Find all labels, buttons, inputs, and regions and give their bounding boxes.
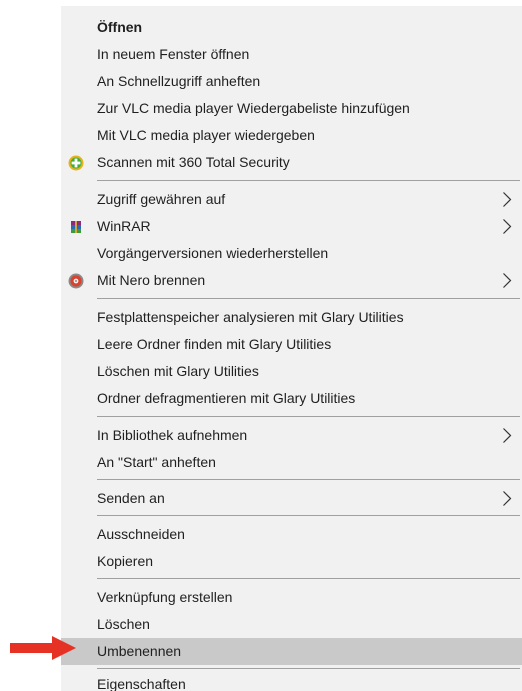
menu-separator [97, 298, 520, 299]
menu-separator [97, 416, 520, 417]
menu-item-verknuepfung-erstellen[interactable]: Verknüpfung erstellen [61, 584, 522, 611]
menu-item-label: Ordner defragmentieren mit Glary Utiliti… [97, 390, 356, 406]
menu-item-label: Ausschneiden [97, 526, 185, 542]
chevron-right-icon [503, 428, 512, 443]
menu-item-label: Festplattenspeicher analysieren mit Glar… [97, 309, 404, 325]
red-arrow-pointer-icon [10, 636, 76, 660]
nero-icon [68, 273, 84, 289]
chevron-right-icon [503, 491, 512, 506]
menu-item-label: Zur VLC media player Wiedergabeliste hin… [97, 100, 410, 116]
menu-item-label: Eigenschaften [97, 676, 186, 691]
menu-item-label: An "Start" anheften [97, 454, 216, 470]
menu-item-label: Mit Nero brennen [97, 272, 206, 288]
menu-item-label: Löschen [97, 616, 150, 632]
menu-item-vlc-wiedergeben[interactable]: Mit VLC media player wiedergeben [61, 122, 522, 149]
menu-item-label: Umbenennen [97, 643, 182, 659]
menu-item-kopieren[interactable]: Kopieren [61, 548, 522, 575]
menu-item-label: Scannen mit 360 Total Security [97, 154, 290, 170]
menu-item-label: In neuem Fenster öffnen [97, 46, 250, 62]
menu-item-eigenschaften[interactable]: Eigenschaften [61, 671, 522, 691]
menu-item-label: In Bibliothek aufnehmen [97, 427, 248, 443]
menu-item-umbenennen[interactable]: Umbenennen [61, 638, 522, 665]
menu-separator [97, 515, 520, 516]
menu-item-ausschneiden[interactable]: Ausschneiden [61, 521, 522, 548]
menu-item-label: Mit VLC media player wiedergeben [97, 127, 315, 143]
menu-item-label: Verknüpfung erstellen [97, 589, 233, 605]
menu-item-mit-nero-brennen[interactable]: Mit Nero brennen [61, 267, 522, 294]
menu-item-scannen-360[interactable]: Scannen mit 360 Total Security [61, 149, 522, 176]
menu-item-an-schnellzugriff-anheften[interactable]: An Schnellzugriff anheften [61, 68, 522, 95]
menu-item-vlc-wiedergabeliste[interactable]: Zur VLC media player Wiedergabeliste hin… [61, 95, 522, 122]
menu-item-leere-ordner-finden[interactable]: Leere Ordner finden mit Glary Utilities [61, 331, 522, 358]
menu-separator [97, 668, 520, 669]
menu-item-label: Vorgängerversionen wiederherstellen [97, 245, 329, 261]
menu-item-label: WinRAR [97, 218, 151, 234]
menu-item-label: Senden an [97, 490, 165, 506]
winrar-icon [71, 221, 81, 233]
menu-item-loeschen-mit-glary[interactable]: Löschen mit Glary Utilities [61, 358, 522, 385]
menu-item-label: Zugriff gewähren auf [97, 191, 226, 207]
menu-item-loeschen[interactable]: Löschen [61, 611, 522, 638]
menu-item-label: Kopieren [97, 553, 154, 569]
menu-item-an-start-anheften[interactable]: An "Start" anheften [61, 449, 522, 476]
menu-item-label: Öffnen [97, 19, 143, 35]
menu-item-senden-an[interactable]: Senden an [61, 485, 522, 512]
menu-item-in-bibliothek-aufnehmen[interactable]: In Bibliothek aufnehmen [61, 422, 522, 449]
360-total-security-icon [68, 155, 84, 171]
chevron-right-icon [503, 192, 512, 207]
menu-item-vorgaengerversionen[interactable]: Vorgängerversionen wiederherstellen [61, 240, 522, 267]
chevron-right-icon [503, 273, 512, 288]
menu-separator [97, 578, 520, 579]
menu-item-label: Leere Ordner finden mit Glary Utilities [97, 336, 332, 352]
menu-separator [97, 180, 520, 181]
menu-item-label: An Schnellzugriff anheften [97, 73, 261, 89]
menu-separator [97, 479, 520, 480]
menu-item-winrar[interactable]: WinRAR [61, 213, 522, 240]
menu-item-oeffnen[interactable]: Öffnen [61, 14, 522, 41]
menu-item-in-neuem-fenster-oeffnen[interactable]: In neuem Fenster öffnen [61, 41, 522, 68]
menu-item-festplattenspeicher-analysieren[interactable]: Festplattenspeicher analysieren mit Glar… [61, 304, 522, 331]
menu-item-ordner-defragmentieren[interactable]: Ordner defragmentieren mit Glary Utiliti… [61, 385, 522, 412]
menu-item-label: Löschen mit Glary Utilities [97, 363, 259, 379]
chevron-right-icon [503, 219, 512, 234]
menu-item-zugriff-gewaehren[interactable]: Zugriff gewähren auf [61, 186, 522, 213]
context-menu: Öffnen In neuem Fenster öffnen An Schnel… [61, 6, 522, 691]
